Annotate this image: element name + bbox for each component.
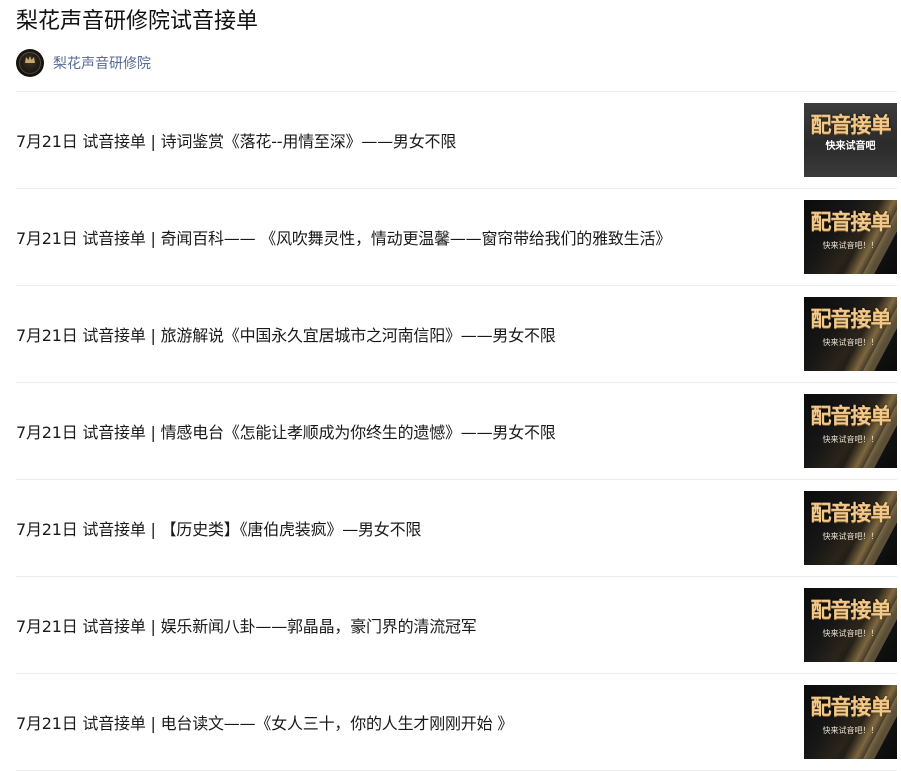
article-thumbnail[interactable]: 配音接单快来试音吧！！: [804, 200, 897, 274]
article-thumbnail[interactable]: 配音接单快来试音吧！！: [804, 588, 897, 662]
article-thumbnail[interactable]: 配音接单快来试音吧！！: [804, 394, 897, 468]
article-item[interactable]: 7月21日 试音接单 | 电台读文——《女人三十，你的人生才刚刚开始 》配音接单…: [16, 674, 897, 771]
article-thumbnail[interactable]: 配音接单快来试音吧！！: [804, 297, 897, 371]
thumbnail-subtitle: 快来试音吧！！: [822, 338, 879, 347]
author-row: 梨花声音研修院: [16, 48, 897, 78]
thumbnail-subtitle: 快来试音吧！！: [822, 726, 879, 735]
article-thumbnail[interactable]: 配音接单快来试音吧！！: [804, 491, 897, 565]
thumbnail-headline: 配音接单: [810, 113, 892, 137]
thumbnail-headline: 配音接单: [810, 695, 892, 719]
thumbnail-headline: 配音接单: [810, 404, 892, 428]
thumbnail-headline: 配音接单: [810, 501, 892, 525]
article-title[interactable]: 7月21日 试音接单 | 旅游解说《中国永久宜居城市之河南信阳》——男女不限: [16, 322, 804, 346]
article-item[interactable]: 7月21日 试音接单 | 娱乐新闻八卦——郭晶晶，豪门界的清流冠军 配音接单快来试…: [16, 577, 897, 674]
thumbnail-headline: 配音接单: [810, 598, 892, 622]
author-name-link[interactable]: 梨花声音研修院: [53, 53, 151, 73]
thumbnail-subtitle: 快来试音吧！！: [822, 241, 879, 250]
album-page: 梨花声音研修院试音接单 梨花声音研修院 7月21日 试音接单 | 诗词鉴赏《落花…: [16, 0, 897, 771]
album-title: 梨花声音研修院试音接单: [16, 9, 259, 34]
article-item[interactable]: 7月21日 试音接单 | 旅游解说《中国永久宜居城市之河南信阳》——男女不限 配音…: [16, 286, 897, 383]
thumbnail-subtitle: 快来试音吧！！: [822, 532, 879, 541]
article-thumbnail[interactable]: 配音接单快来试音吧！！: [804, 685, 897, 759]
article-title[interactable]: 7月21日 试音接单 | 娱乐新闻八卦——郭晶晶，豪门界的清流冠军: [16, 613, 804, 637]
article-thumbnail[interactable]: 配音接单 快来试音吧: [804, 103, 897, 177]
article-list: 7月21日 试音接单 | 诗词鉴赏《落花--用情至深》——男女不限 配音接单 快来试…: [16, 91, 897, 771]
thumbnail-subtitle: 快来试音吧: [825, 141, 876, 152]
article-item[interactable]: 7月21日 试音接单 | 【历史类】《唐伯虎装疯》—男女不限 配音接单快来试音吧！…: [16, 480, 897, 577]
thumbnail-subtitle: 快来试音吧！！: [822, 629, 879, 638]
article-title[interactable]: 7月21日 试音接单 | 电台读文——《女人三十，你的人生才刚刚开始 》: [16, 710, 804, 734]
brand-logo-avatar[interactable]: [16, 49, 44, 77]
article-title[interactable]: 7月21日 试音接单 | 奇闻百科—— 《风吹舞灵性，情动更温馨——窗帘带给我们…: [16, 225, 804, 249]
article-item[interactable]: 7月21日 试音接单 | 情感电台《怎能让孝顺成为你终生的遗憾》——男女不限 配音…: [16, 383, 897, 480]
crown-icon: [25, 56, 35, 63]
thumbnail-headline: 配音接单: [810, 307, 892, 331]
thumbnail-subtitle: 快来试音吧！！: [822, 435, 879, 444]
article-title[interactable]: 7月21日 试音接单 | 【历史类】《唐伯虎装疯》—男女不限: [16, 516, 804, 540]
article-title[interactable]: 7月21日 试音接单 | 情感电台《怎能让孝顺成为你终生的遗憾》——男女不限: [16, 419, 804, 443]
thumbnail-headline: 配音接单: [810, 210, 892, 234]
article-item[interactable]: 7月21日 试音接单 | 诗词鉴赏《落花--用情至深》——男女不限 配音接单快来试…: [16, 92, 897, 189]
article-title[interactable]: 7月21日 试音接单 | 诗词鉴赏《落花--用情至深》——男女不限: [16, 128, 804, 152]
article-item[interactable]: 7月21日 试音接单 | 奇闻百科—— 《风吹舞灵性，情动更温馨——窗帘带给我们…: [16, 189, 897, 286]
